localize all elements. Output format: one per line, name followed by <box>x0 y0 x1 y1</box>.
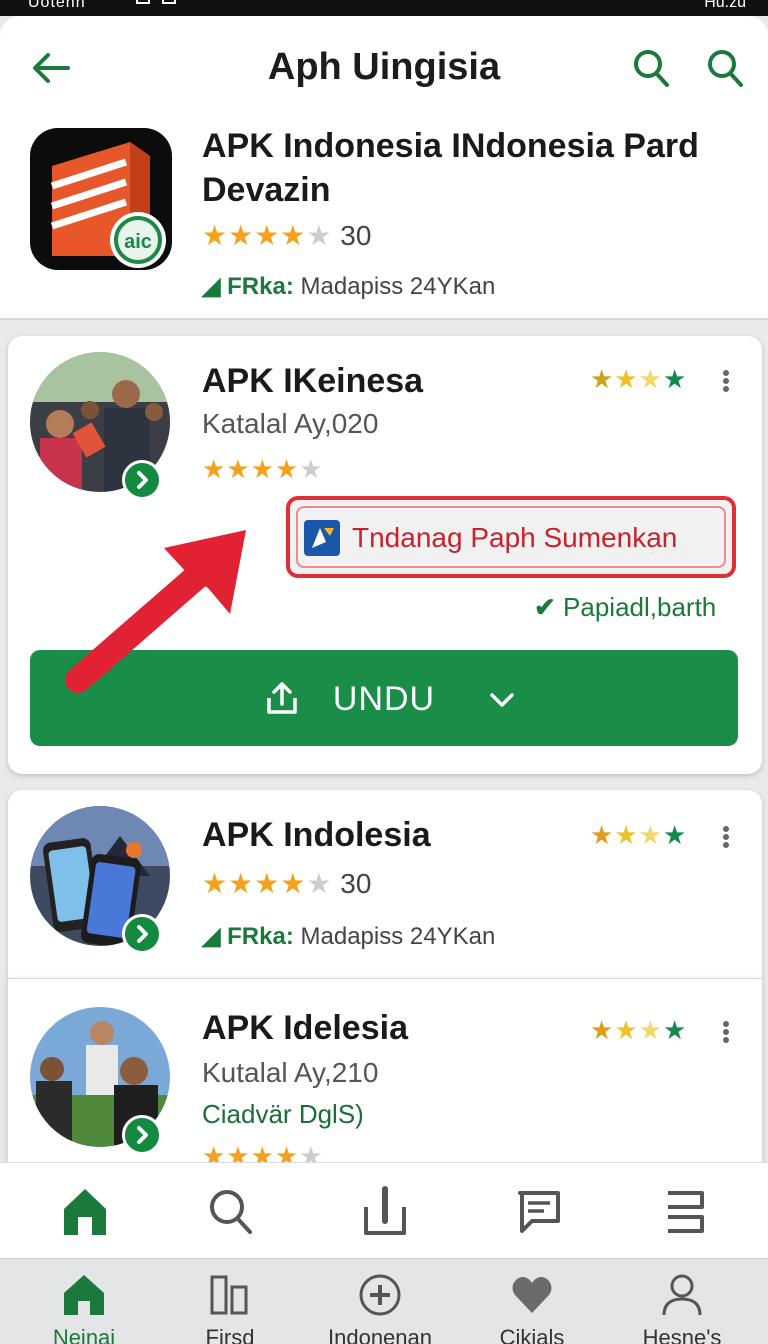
star-rating-icon: ★★★★★ <box>202 220 333 251</box>
meta-text: Madapiss 24YKan <box>300 923 496 950</box>
tab-profile[interactable]: Hesne's <box>612 1259 752 1344</box>
app-icon: aic <box>30 128 172 270</box>
message-icon <box>518 1191 560 1233</box>
more-options-icon[interactable] <box>716 1019 736 1049</box>
search-icon <box>634 50 669 87</box>
play-badge-icon <box>122 460 162 500</box>
heart-icon <box>512 1277 552 1313</box>
search-button[interactable] <box>632 46 672 90</box>
tab-label: Neinai <box>52 1325 116 1344</box>
tab-label: Firsd <box>205 1325 255 1344</box>
nav-download-button[interactable] <box>360 1185 410 1239</box>
download-button[interactable]: UNDU <box>30 650 738 746</box>
app-subtitle: Katalal Ay,020 <box>202 408 379 439</box>
tab-favorites[interactable]: Cikials <box>462 1259 602 1344</box>
person-icon <box>662 1274 702 1316</box>
primary-nav <box>0 1162 768 1258</box>
more-options-icon[interactable] <box>716 824 736 854</box>
tab-label: Hesne's <box>642 1325 722 1344</box>
svg-text:aic: aic <box>124 231 152 253</box>
star-rating-icon: ★★★★ <box>590 820 688 850</box>
list-item[interactable]: APK Indolesia ★★★★★ 30 ◢ FRka: Madapiss … <box>8 790 762 978</box>
app-meta: ◢ FRka: Madapiss 24YKan <box>202 922 495 952</box>
status-icons-left <box>130 0 182 4</box>
panels-icon <box>210 1275 248 1315</box>
bottom-tab-bar: Neinai Firsd Indonenan Cikials Hesne's <box>0 1258 768 1344</box>
tab-home[interactable]: Neinai <box>14 1259 154 1344</box>
nav-home-button[interactable] <box>60 1185 110 1239</box>
list-item[interactable]: APK IKeinesa Katalal Ay,020 ★★★★★ ★★★★ T… <box>8 336 762 774</box>
nav-menu-button[interactable] <box>660 1185 710 1239</box>
search-button-secondary[interactable] <box>706 46 746 90</box>
trend-icon: ◢ <box>202 923 221 950</box>
app-title: APK Indolesia <box>202 816 431 854</box>
menu-icon <box>668 1191 704 1233</box>
nav-messages-button[interactable] <box>514 1185 564 1239</box>
meta-label: FRka: <box>227 273 294 300</box>
verified-status: ✔ Papiadl,barth <box>534 592 716 623</box>
tab-label: Indonenan <box>328 1325 432 1344</box>
app-title: APK IKeinesa <box>202 362 424 400</box>
app-header: Aph Uingisia <box>0 16 768 120</box>
download-tray-icon <box>364 1186 406 1235</box>
app-title: APK Idelesia <box>202 1009 408 1047</box>
app-subtitle: Kutalal Ay,210 <box>202 1057 379 1088</box>
more-options-icon[interactable] <box>716 368 736 398</box>
featured-app-meta: ◢ FRka: Madapiss 24YKan <box>202 272 495 302</box>
trend-icon: ◢ <box>202 273 221 300</box>
status-left-text: Uotenn <box>28 0 86 11</box>
featured-app-rating: ★★★★★ 30 <box>202 220 371 252</box>
nav-search-button[interactable] <box>206 1185 256 1239</box>
meta-label: FRka: <box>227 923 294 950</box>
promo-text: Tndanag Paph Sumenkan <box>352 522 678 553</box>
app-rating: ★★★★★ 30 <box>202 868 371 900</box>
rating-count: 30 <box>340 868 372 899</box>
tab-label: Cikials <box>499 1325 565 1344</box>
promo-banner[interactable]: Tndanag Paph Sumenkan <box>286 496 736 578</box>
list-item[interactable]: APK Idelesia Kutalal Ay,210 Ciadvär DglS… <box>8 978 762 1171</box>
play-badge-icon <box>122 1115 162 1155</box>
play-badge-icon <box>122 914 162 954</box>
car-icon <box>162 0 176 4</box>
plus-circle-icon <box>359 1274 401 1316</box>
tab-first[interactable]: Firsd <box>160 1259 300 1344</box>
brand-logo-icon <box>304 520 340 556</box>
star-rating-icon: ★★★★ <box>590 364 688 394</box>
featured-app[interactable]: aic APK Indonesia INdonesia Pard Devazin… <box>0 120 768 320</box>
tab-add[interactable]: Indonenan <box>310 1259 450 1344</box>
checkmark-icon: ✔ <box>534 592 556 622</box>
star-rating-icon: ★★★★ <box>590 1015 688 1045</box>
calendar-icon <box>136 0 150 4</box>
rating-count: 30 <box>340 220 372 251</box>
download-label: UNDU <box>332 680 436 718</box>
search-icon <box>708 50 743 87</box>
featured-app-title: APK Indonesia INdonesia Pard Devazin <box>202 127 699 209</box>
star-rating-icon: ★★★★★ <box>202 454 324 484</box>
meta-text: Madapiss 24YKan <box>300 273 496 300</box>
verified-text: Papiadl,barth <box>563 592 717 622</box>
search-icon <box>210 1190 252 1234</box>
status-bar: Uotenn Hu.zu <box>0 0 768 16</box>
status-right-text: Hu.zu <box>704 0 746 11</box>
app-tagline: Ciadvär DglS) <box>202 1099 364 1129</box>
star-rating-icon: ★★★★★ <box>202 868 333 899</box>
chevron-down-icon <box>490 693 514 707</box>
home-icon <box>64 1275 104 1315</box>
home-icon <box>64 1189 106 1235</box>
